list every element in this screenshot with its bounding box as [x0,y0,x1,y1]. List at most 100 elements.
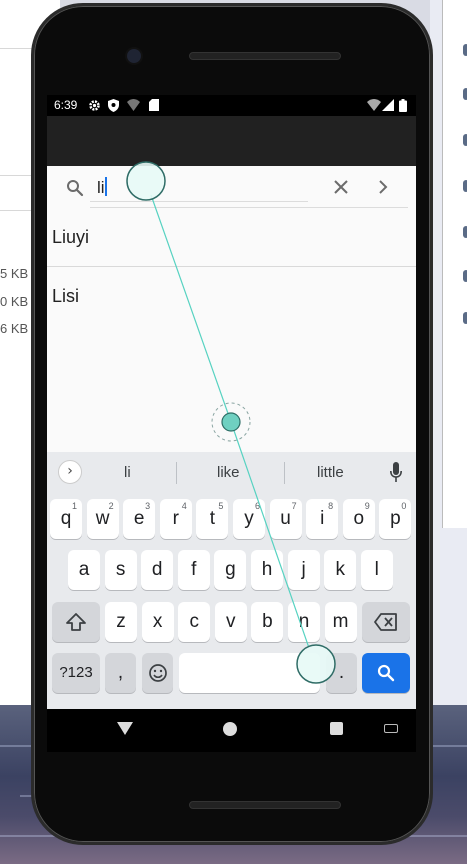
text-cursor [104,177,107,196]
side-panel-window [442,0,467,528]
comma-key[interactable]: , [105,653,136,693]
key-label: g [225,559,236,580]
settings-icon [89,100,100,111]
key-label: o [353,508,365,529]
key-c[interactable]: c [178,602,211,642]
keyboard-switch-icon[interactable] [384,724,398,733]
close-icon[interactable] [333,179,349,195]
emoji-icon [148,664,167,682]
home-icon[interactable] [223,722,237,736]
key-l[interactable]: l [360,550,393,590]
back-icon[interactable] [117,722,133,735]
key-label: i [320,508,325,529]
emoji-key[interactable] [142,653,173,693]
toolbar-icon[interactable] [463,134,467,146]
symbols-key[interactable]: ?123 [52,653,100,693]
key-label: p [390,508,401,529]
key-k[interactable]: k [324,550,357,590]
space-key[interactable] [179,653,320,693]
shift-key[interactable] [52,602,100,642]
key-q[interactable]: q1 [50,499,82,539]
file-size: 0 KB [0,294,29,309]
key-b[interactable]: b [251,602,284,642]
key-label: n [298,611,310,632]
key-label: t [209,508,216,529]
backspace-icon [374,613,397,631]
search-underline [90,207,408,208]
key-number-hint: 4 [181,501,187,511]
recents-icon[interactable] [330,722,343,735]
toolbar-icon[interactable] [463,226,467,238]
status-time: 6:39 [54,98,78,112]
search-enter-key[interactable] [362,653,410,693]
status-bar: 6:39 [47,95,416,116]
suggestion-item[interactable]: like [217,464,240,481]
microphone-icon[interactable] [390,462,402,484]
search-input[interactable]: li [90,174,308,202]
key-w[interactable]: w2 [86,499,119,539]
key-i[interactable]: i8 [306,499,339,539]
key-label: s [115,559,126,580]
wifi-icon [367,99,381,111]
key-o[interactable]: o9 [342,499,375,539]
list-item-label: Liuyi [52,227,90,247]
key-number-hint: 0 [401,501,407,511]
key-number-hint: 9 [364,501,370,511]
suggestion-item[interactable]: li [124,464,131,481]
key-number-hint: 3 [145,501,151,511]
toolbar-icon[interactable] [463,312,467,324]
key-g[interactable]: g [214,550,247,590]
file-size: 5 KB [0,266,29,281]
soft-keyboard: › li like little q1w2e3r4t5y6u7i8o9p0 as… [47,452,416,709]
wifi-off-icon [127,99,140,111]
key-u[interactable]: u7 [269,499,302,539]
key-number-hint: 2 [108,501,114,511]
toolbar-icon[interactable] [463,180,467,192]
key-number-hint: 7 [291,501,297,511]
toolbar-icon[interactable] [463,270,467,282]
key-z[interactable]: z [105,602,137,642]
key-number-hint: 1 [71,501,77,511]
key-label: b [262,611,273,632]
suggestion-item[interactable]: little [317,464,344,481]
key-label: u [280,508,291,529]
desktop-side-panel [430,0,467,705]
phone-screen: 6:39 li Liuyi Lisi › li like little q 1 … [47,95,416,752]
key-s[interactable]: s [104,550,137,590]
key-f[interactable]: f [177,550,210,590]
chevron-right-icon[interactable]: › [58,460,82,484]
chevron-right-icon[interactable] [376,179,390,195]
key-v[interactable]: v [214,602,247,642]
key-r[interactable]: r4 [159,499,192,539]
key-label: v [226,611,236,632]
divider [176,462,177,484]
key-label: f [191,559,197,580]
key-d[interactable]: d [141,550,174,590]
period-key[interactable]: . [326,653,357,693]
list-item[interactable]: Lisi [47,268,416,326]
key-p[interactable]: p0 [379,499,412,539]
search-query: li [97,178,105,197]
navigation-bar [47,709,416,752]
bottom-speaker [189,801,341,809]
list-item[interactable]: Liuyi [47,209,416,267]
key-a[interactable]: a [68,550,100,590]
key-x[interactable]: x [141,602,174,642]
key-label: m [332,611,349,632]
key-j[interactable]: j [287,550,320,590]
search-bar: li [47,166,416,211]
key-n[interactable]: n [288,602,320,642]
key-y[interactable]: y6 [233,499,265,539]
front-camera [127,49,141,63]
suggestion-strip: › li like little [47,452,416,494]
backspace-key[interactable] [362,602,410,642]
key-label: w [95,508,110,529]
key-number-hint: 8 [328,501,334,511]
toolbar-icon[interactable] [463,44,467,56]
key-t[interactable]: t5 [196,499,229,539]
key-e[interactable]: e3 [123,499,156,539]
key-m[interactable]: m [324,602,357,642]
key-h[interactable]: h [251,550,283,590]
key-label: y [244,508,254,529]
toolbar-icon[interactable] [463,88,467,100]
